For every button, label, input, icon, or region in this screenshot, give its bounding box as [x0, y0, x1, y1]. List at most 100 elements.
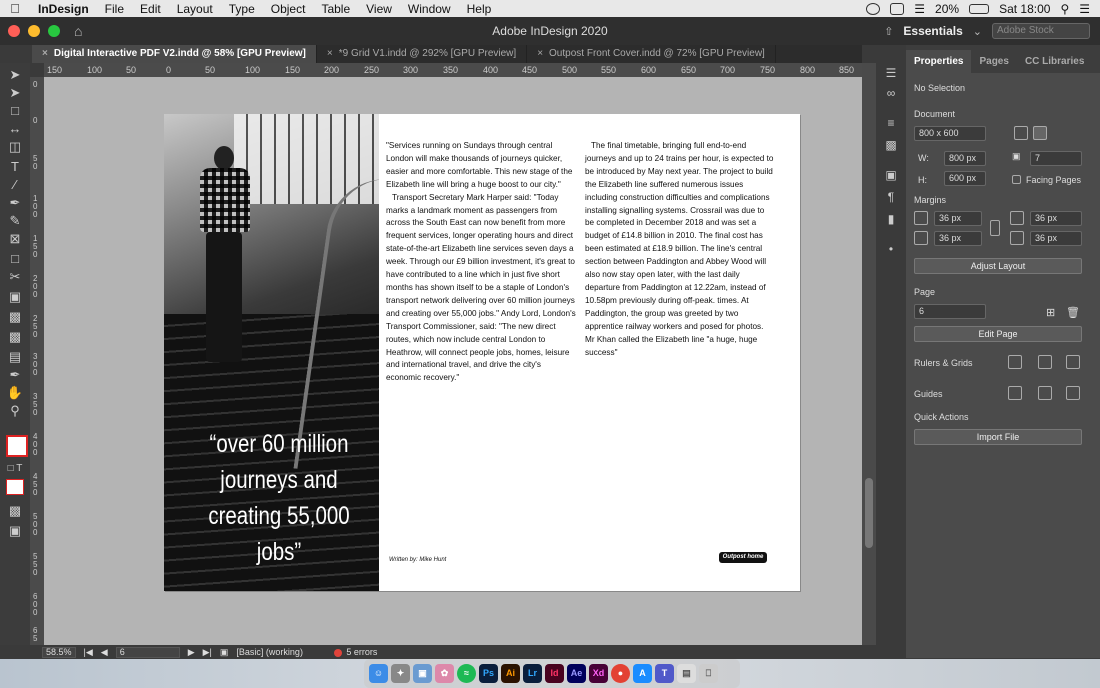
menu-table[interactable]: Table [313, 2, 358, 16]
apple-icon[interactable]:  [0, 1, 30, 16]
preview-mode-icon[interactable]: ▣ [6, 523, 24, 539]
share-icon[interactable]: ⇧ [884, 25, 893, 38]
launchpad-icon[interactable]: ✦ [391, 664, 410, 683]
zoom-window-button[interactable] [48, 25, 60, 37]
document-preset-select[interactable]: 800 x 600 [914, 126, 986, 141]
selection-tool-icon[interactable]: ➤ [6, 67, 24, 83]
outpost-home-logo[interactable]: Outpost home [719, 552, 767, 563]
margin-left-field[interactable]: 36 px [1030, 211, 1082, 226]
close-tab-icon[interactable]: × [42, 48, 48, 59]
gradient-feather-tool-icon[interactable]: ▩ [6, 329, 24, 345]
links-icon[interactable]: ∞ [884, 87, 898, 99]
chrome-icon[interactable]: ● [611, 664, 630, 683]
facing-pages-checkbox[interactable] [1012, 175, 1021, 184]
vertical-ruler[interactable]: 0 0 50 100 150 200 250 300 350 400 450 5… [30, 77, 44, 645]
control-center-icon[interactable]: ☰ [1079, 2, 1090, 16]
margin-right-field[interactable]: 36 px [1030, 231, 1082, 246]
content-collector-icon[interactable]: ◫ [6, 139, 24, 155]
stroke-icon[interactable]: ≡ [884, 117, 898, 129]
landscape-orientation-icon[interactable] [1033, 126, 1047, 140]
indesign-icon[interactable]: Id [545, 664, 564, 683]
last-page-icon[interactable]: ▶| [203, 647, 212, 658]
trash-icon[interactable]: ⎕ [699, 664, 718, 683]
pencil-tool-icon[interactable]: ✎ [6, 213, 24, 229]
line-tool-icon[interactable]: ∕ [6, 177, 24, 193]
close-tab-icon[interactable]: × [537, 48, 543, 59]
cc-libraries-icon[interactable]: ▣ [884, 169, 898, 181]
page-width-field[interactable]: 800 px [944, 151, 986, 166]
lock-guides-icon[interactable] [1066, 386, 1080, 400]
tab-cc-libraries[interactable]: CC Libraries [1017, 56, 1092, 73]
menu-object[interactable]: Object [263, 2, 314, 16]
rulers-icon[interactable] [1008, 355, 1022, 369]
menu-app[interactable]: InDesign [30, 2, 97, 16]
hand-tool-icon[interactable]: ✋ [6, 385, 24, 401]
menu-edit[interactable]: Edit [132, 2, 169, 16]
paragraph-styles-icon[interactable]: ¶ [884, 191, 898, 203]
workspace-switcher[interactable]: Essentials [903, 24, 962, 38]
illustrator-icon[interactable]: Ai [501, 664, 520, 683]
preview-icon[interactable]: ▣ [413, 664, 432, 683]
link-margins-icon[interactable] [990, 220, 1000, 236]
free-transform-tool-icon[interactable]: ▣ [6, 289, 24, 305]
first-page-icon[interactable]: |◀ [84, 647, 93, 658]
layers-icon[interactable]: ☰ [884, 67, 898, 79]
apply-none-icon[interactable] [6, 479, 24, 495]
page-tool-icon[interactable]: □ [6, 103, 24, 119]
documents-folder-icon[interactable]: ▤ [677, 664, 696, 683]
page-height-field[interactable]: 600 px [944, 171, 986, 186]
after-effects-icon[interactable]: Ae [567, 664, 586, 683]
show-guides-icon[interactable] [1008, 386, 1022, 400]
tab-pages[interactable]: Pages [971, 56, 1016, 73]
menu-help[interactable]: Help [459, 2, 500, 16]
document-grid-icon[interactable] [1066, 355, 1080, 369]
margin-top-field[interactable]: 36 px [934, 211, 982, 226]
spotify-icon[interactable]: ≈ [457, 664, 476, 683]
gap-tool-icon[interactable]: ↔ [6, 121, 24, 137]
clock[interactable]: Sat 18:00 [999, 2, 1050, 16]
photoshop-icon[interactable]: Ps [479, 664, 498, 683]
xd-icon[interactable]: Xd [589, 664, 608, 683]
document-page[interactable]: “over 60 million journeys and creating 5… [164, 114, 800, 591]
eyedropper-tool-icon[interactable]: ✒ [6, 367, 24, 383]
close-tab-icon[interactable]: × [327, 48, 333, 59]
menu-file[interactable]: File [97, 2, 132, 16]
staircase-photo[interactable]: “over 60 million journeys and creating 5… [164, 114, 379, 591]
scissors-tool-icon[interactable]: ✂ [6, 269, 24, 285]
home-icon[interactable]: ⌂ [74, 24, 90, 38]
creative-cloud-icon[interactable] [866, 2, 881, 15]
minimize-window-button[interactable] [28, 25, 40, 37]
smart-guides-icon[interactable] [1038, 386, 1052, 400]
menu-window[interactable]: Window [400, 2, 459, 16]
number-of-pages-field[interactable]: 7 [1030, 151, 1082, 166]
adobe-stock-search[interactable]: Adobe Stock [992, 23, 1090, 39]
chevron-down-icon[interactable]: ⌄ [973, 25, 982, 38]
wifi-icon[interactable]: ☰ [914, 2, 925, 16]
next-page-icon[interactable]: ▶ [188, 647, 195, 658]
pen-tool-icon[interactable]: ✒ [6, 195, 24, 211]
menu-type[interactable]: Type [221, 2, 263, 16]
adjust-layout-button[interactable]: Adjust Layout [914, 258, 1082, 274]
open-in-window-icon[interactable]: ▣ [220, 647, 229, 658]
pull-quote[interactable]: “over 60 million journeys and creating 5… [201, 426, 357, 570]
interactive-icon[interactable]: • [884, 243, 898, 255]
screen-mode-icon[interactable]: ▩ [6, 503, 24, 519]
tab-properties[interactable]: Properties [906, 50, 972, 73]
menu-layout[interactable]: Layout [169, 2, 221, 16]
text-frame-column-2[interactable]: The final timetable, bringing full end-t… [585, 140, 775, 359]
direct-selection-tool-icon[interactable]: ➤ [6, 85, 24, 101]
scrollbar-thumb[interactable] [865, 478, 873, 548]
close-window-button[interactable] [8, 25, 20, 37]
lightroom-icon[interactable]: Lr [523, 664, 542, 683]
portrait-orientation-icon[interactable] [1014, 126, 1028, 140]
text-frame-column-1[interactable]: "Services running on Sundays through cen… [386, 140, 576, 385]
search-icon[interactable]: ⚲ [1060, 2, 1069, 16]
bookmarks-icon[interactable]: ▮ [884, 213, 898, 225]
zoom-tool-icon[interactable]: ⚲ [6, 403, 24, 419]
swatches-icon[interactable]: ▩ [884, 139, 898, 151]
horizontal-ruler[interactable]: 150 100 50 0 50 100 150 200 250 300 350 … [44, 63, 862, 77]
app-store-icon[interactable]: A [633, 664, 652, 683]
margin-bottom-field[interactable]: 36 px [934, 231, 982, 246]
finder-icon[interactable]: ☺ [369, 664, 388, 683]
vertical-scrollbar[interactable] [862, 63, 876, 645]
